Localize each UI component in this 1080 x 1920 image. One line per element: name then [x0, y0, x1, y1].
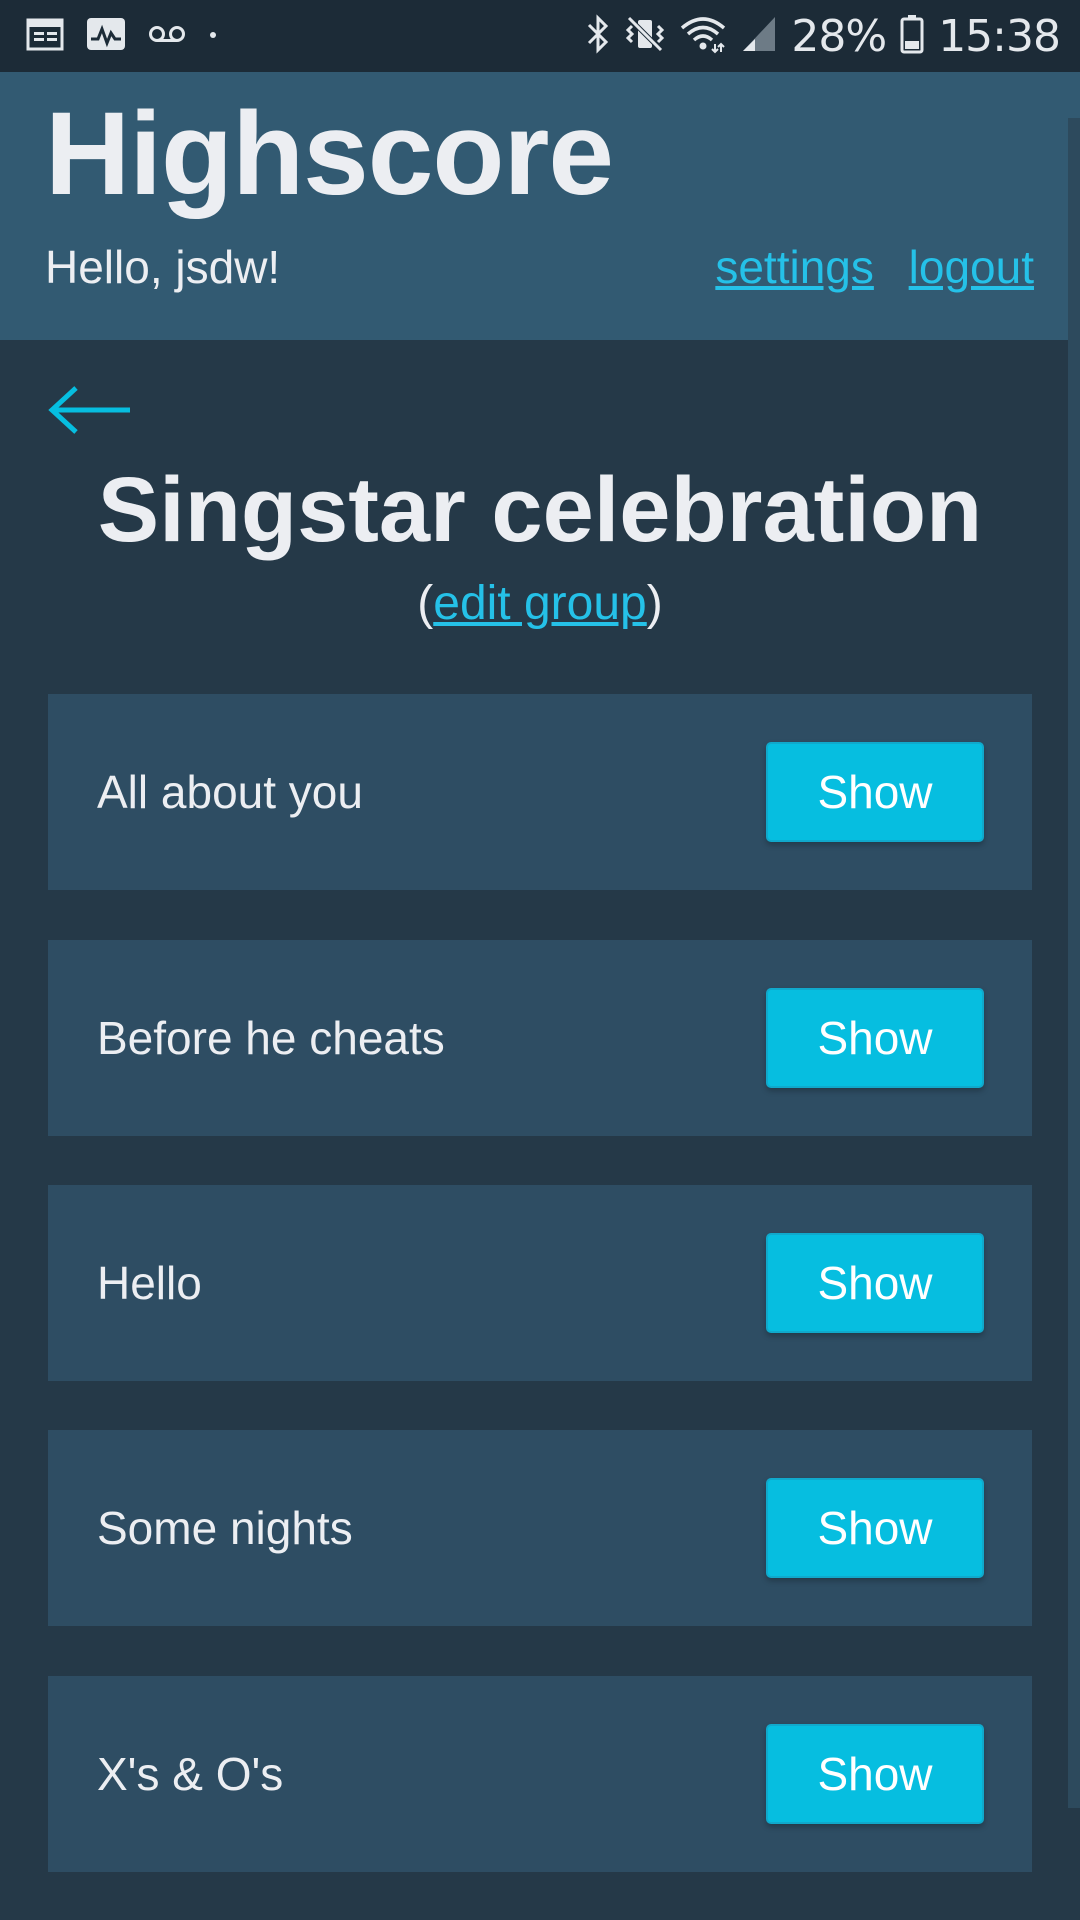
- list-item: All about you Show: [48, 694, 1032, 890]
- list-item: Hello Show: [48, 1185, 1032, 1381]
- status-bar-left: [26, 17, 240, 56]
- voicemail-icon: [148, 24, 186, 49]
- dot-icon: [208, 27, 218, 45]
- page-title: Singstar celebration: [97, 459, 983, 561]
- list-item: X's & O's Show: [48, 1676, 1032, 1872]
- scrollbar[interactable]: [1068, 118, 1080, 1808]
- logout-link[interactable]: logout: [909, 241, 1034, 293]
- song-title: Before he cheats: [97, 1012, 445, 1064]
- status-bar: 28% 15:38: [0, 0, 1080, 72]
- show-button[interactable]: Show: [766, 1478, 984, 1578]
- bluetooth-icon: [585, 13, 611, 59]
- calendar-icon: [26, 17, 64, 56]
- show-button[interactable]: Show: [766, 1233, 984, 1333]
- app-header: Highscore Hello, jsdw! settings logout: [0, 72, 1080, 340]
- song-title: All about you: [97, 766, 363, 818]
- show-button[interactable]: Show: [766, 1724, 984, 1824]
- show-button[interactable]: Show: [766, 742, 984, 842]
- battery-percent: 28%: [791, 10, 887, 62]
- status-bar-right: 28% 15:38: [571, 10, 1061, 62]
- back-button[interactable]: [46, 380, 136, 440]
- edit-group-link[interactable]: edit group: [433, 577, 647, 630]
- wifi-icon: [679, 14, 727, 59]
- edit-open-paren: (: [417, 577, 434, 630]
- header-links: settings logout: [693, 240, 1034, 294]
- signal-icon: [741, 15, 777, 58]
- list-item: Some nights Show: [48, 1430, 1032, 1626]
- edit-close-paren: ): [646, 577, 663, 630]
- song-title: Some nights: [97, 1502, 353, 1554]
- list-item: Before he cheats Show: [48, 940, 1032, 1136]
- activity-icon: [86, 17, 126, 56]
- settings-link[interactable]: settings: [715, 241, 874, 293]
- song-title: X's & O's: [97, 1748, 284, 1800]
- app-title: Highscore: [45, 88, 614, 220]
- battery-icon: [900, 14, 924, 59]
- vibrate-mute-icon: [625, 14, 665, 59]
- show-button[interactable]: Show: [766, 988, 984, 1088]
- greeting-text: Hello, jsdw!: [45, 241, 281, 293]
- edit-group-line: (edit group): [0, 576, 1080, 631]
- song-title: Hello: [97, 1257, 202, 1309]
- clock: 15:38: [938, 10, 1061, 62]
- arrow-left-icon: [48, 386, 130, 434]
